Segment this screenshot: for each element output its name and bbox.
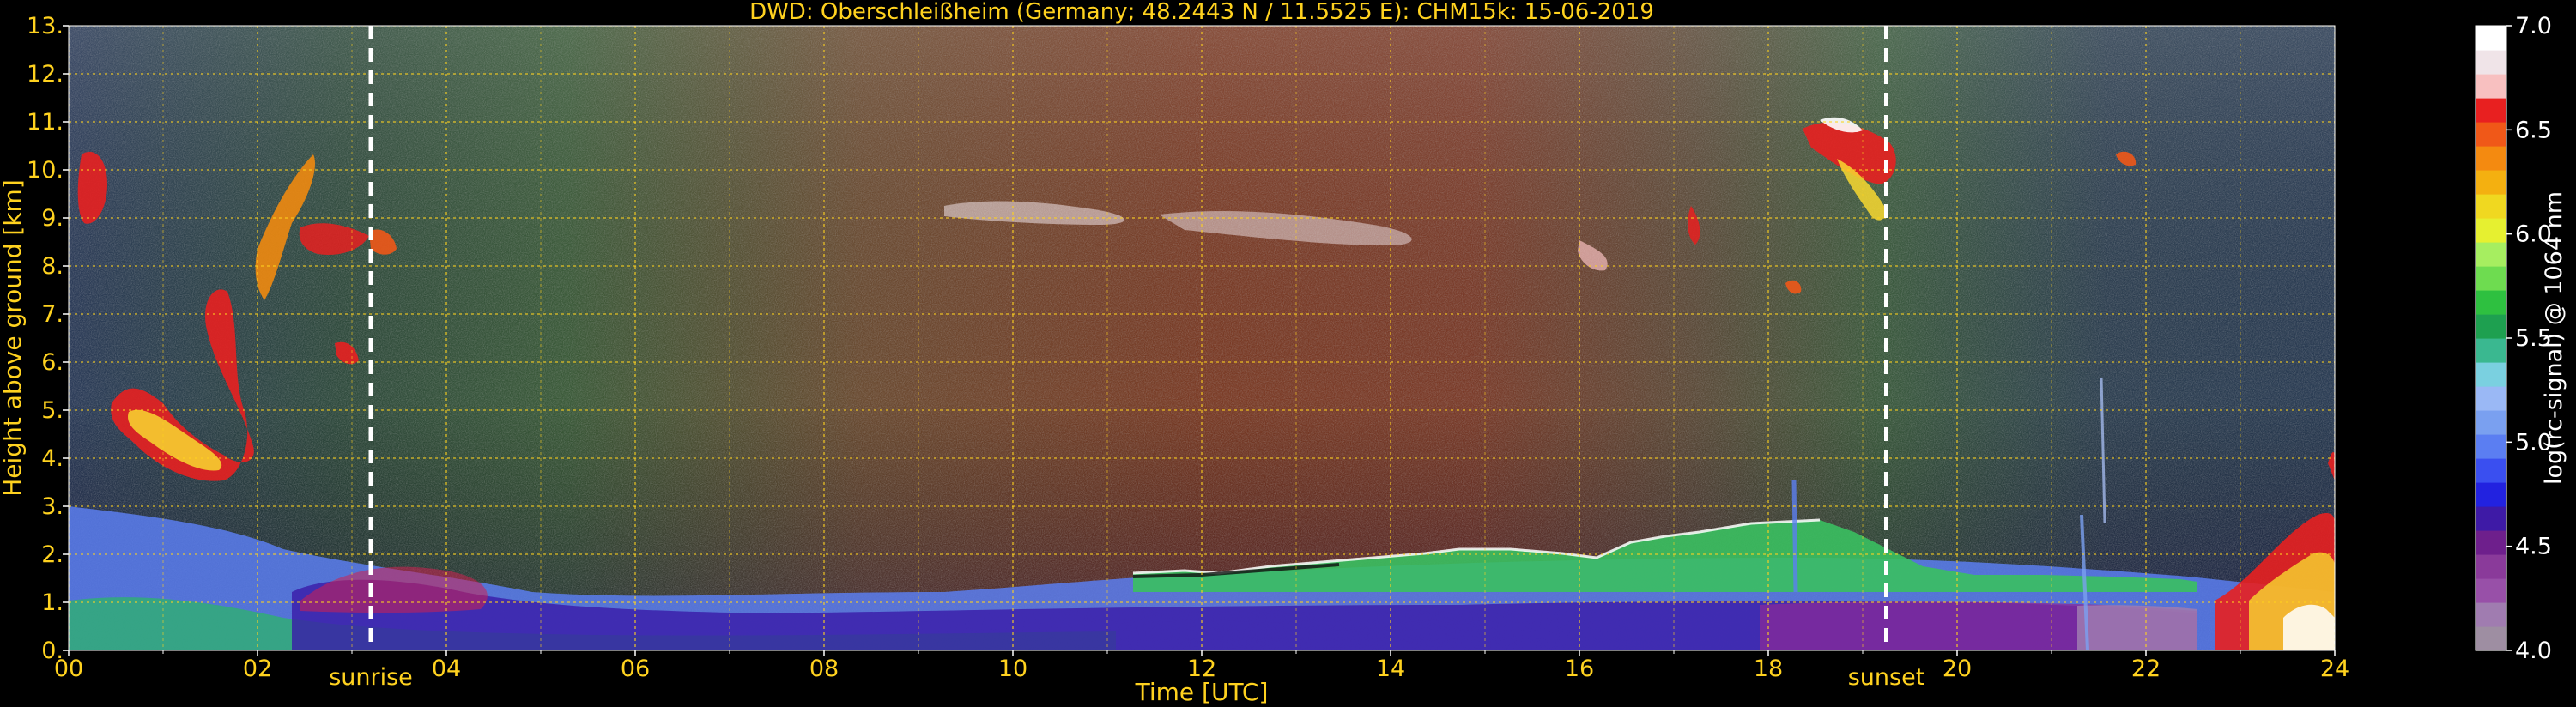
y-axis-ticks: 0. 1. 2. 3. 4. 5. 6. 7. 8. 9. 10. 11. 12. 13.: [27, 13, 69, 664]
colorbar-segment: [2476, 386, 2506, 411]
colorbar-segment: [2476, 578, 2506, 603]
y-tick-label: 9.: [41, 205, 64, 232]
chart-title: DWD: Oberschleißheim (Germany; 48.2443 N…: [749, 0, 1654, 25]
colorbar-segment: [2476, 626, 2506, 651]
x-tick-label: 14: [1376, 656, 1405, 682]
colorbar-segment: [2476, 218, 2506, 243]
colorbar-segment: [2476, 434, 2506, 459]
x-tick-label: 20: [1943, 656, 1972, 682]
colorbar-segment: [2476, 74, 2506, 99]
colorbar-tick-label: 7.0: [2515, 13, 2552, 39]
colorbar-segment: [2476, 482, 2506, 507]
y-tick-label: 5.: [41, 397, 64, 424]
x-axis-label: Time [UTC]: [1135, 678, 1269, 706]
y-tick-label: 1.: [41, 589, 64, 616]
x-tick-label: 18: [1754, 656, 1783, 682]
plot-area: [69, 26, 2335, 650]
colorbar-segment: [2476, 362, 2506, 387]
colorbar-segment: [2476, 194, 2506, 219]
colorbar-segment: [2476, 146, 2506, 171]
colorbar-segment: [2476, 266, 2506, 291]
colorbar-segment: [2476, 26, 2506, 51]
y-tick-label: 0.: [41, 638, 64, 664]
colorbar-segment: [2476, 170, 2506, 195]
colorbar-segment: [2476, 242, 2506, 267]
colorbar-segment: [2476, 338, 2506, 363]
y-tick-label: 13.: [27, 13, 64, 39]
colorbar-segment: [2476, 410, 2506, 435]
x-tick-label: 16: [1565, 656, 1594, 682]
colorbar-segment: [2476, 98, 2506, 123]
y-tick-label: 11.: [27, 109, 64, 136]
y-tick-label: 12.: [27, 61, 64, 88]
colorbar-segment: [2476, 554, 2506, 579]
x-tick-label: 10: [998, 656, 1027, 682]
colorbar-tick-label: 4.5: [2515, 534, 2552, 560]
colorbar: [2475, 25, 2507, 651]
y-tick-label: 2.: [41, 541, 64, 568]
x-tick-label: 02: [243, 656, 272, 682]
colorbar-tick-label: 4.0: [2515, 638, 2552, 664]
colorbar-segment: [2476, 290, 2506, 315]
colorbar-label: log(rc-signal) @ 1064 nm: [2541, 191, 2567, 485]
colorbar-segment: [2476, 530, 2506, 555]
late-convection-white: [2283, 604, 2335, 650]
x-tick-label: 24: [2320, 656, 2349, 682]
y-tick-label: 4.: [41, 445, 64, 472]
colorbar-segment: [2476, 50, 2506, 75]
x-tick-label: 22: [2131, 656, 2161, 682]
x-tick-label: 04: [432, 656, 461, 682]
colorbar-segment: [2476, 602, 2506, 627]
y-tick-label: 6.: [41, 349, 64, 376]
y-tick-label: 10.: [27, 157, 64, 184]
fall-streak-1: [1791, 480, 1798, 593]
x-tick-label: 08: [809, 656, 839, 682]
late-layer-mauve: [2077, 605, 2197, 650]
y-axis-label: Height above ground [km]: [0, 179, 27, 497]
ceilometer-figure: sunrise sunset 00 02 04 06 08 10 12 14 16 18 20 22 24…: [0, 0, 2567, 706]
sunrise-label: sunrise: [329, 664, 413, 691]
colorbar-segment: [2476, 506, 2506, 531]
y-tick-label: 7.: [41, 301, 64, 328]
colorbar-tick-label: 6.5: [2515, 117, 2552, 143]
y-tick-label: 3.: [41, 493, 64, 520]
y-tick-label: 8.: [41, 253, 64, 280]
colorbar-segment: [2476, 314, 2506, 339]
x-tick-label: 06: [621, 656, 650, 682]
colorbar-segment: [2476, 122, 2506, 147]
sunset-label: sunset: [1848, 664, 1925, 691]
colorbar-segment: [2476, 458, 2506, 483]
